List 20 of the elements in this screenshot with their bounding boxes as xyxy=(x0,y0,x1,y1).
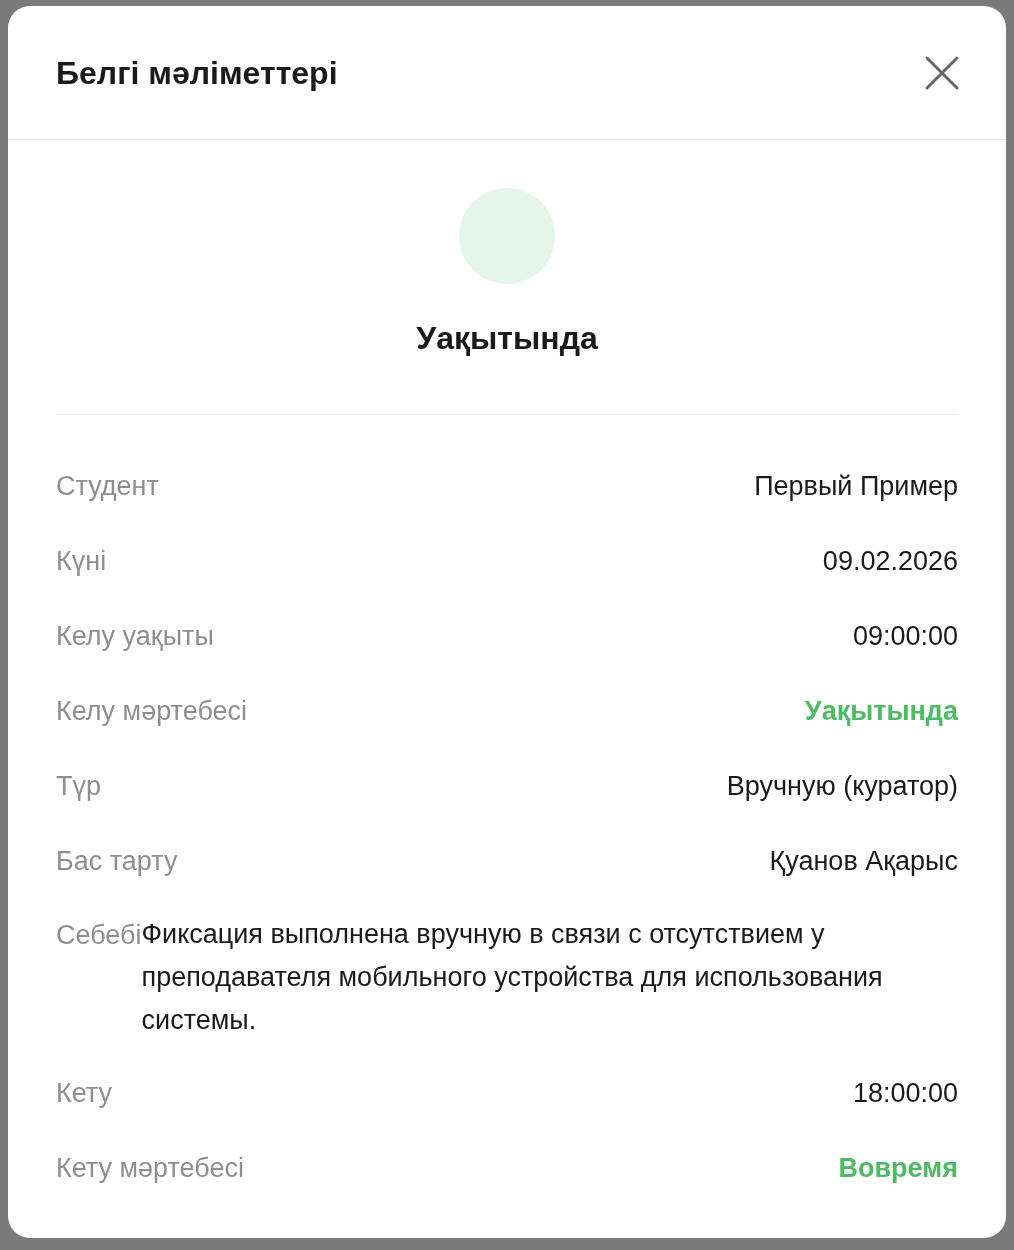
detail-label: Кету мәртебесі xyxy=(56,1152,244,1186)
detail-label: Студент xyxy=(56,470,159,504)
detail-label: Себебі xyxy=(56,919,142,952)
detail-label: Келу уақыты xyxy=(56,620,214,654)
dialog-title: Белгі мәліметтері xyxy=(56,53,338,93)
detail-label: Келу мәртебесі xyxy=(56,695,248,729)
detail-value: Вовремя xyxy=(838,1152,958,1186)
detail-label: Кету xyxy=(56,1077,113,1111)
status-title: Уақытында xyxy=(416,319,598,358)
detail-value: Первый Пример xyxy=(754,470,958,504)
detail-label: Бас тарту xyxy=(56,845,178,879)
detail-value: 09.02.2026 xyxy=(822,545,958,579)
detail-value: Уақытында xyxy=(804,695,958,729)
detail-value: Фиксация выполнена вручную в связи с отсутствием у преподавателя мобильного устройства для использования системы. xyxy=(141,918,884,1037)
detail-value: Қуанов Ақарыс xyxy=(769,845,958,879)
detail-value: 18:00:00 xyxy=(852,1077,958,1111)
detail-value: Вручную (куратор) xyxy=(726,770,958,804)
detail-label: Түр xyxy=(56,770,101,804)
detail-label: Күні xyxy=(56,545,107,579)
detail-value: 09:00:00 xyxy=(852,620,958,654)
